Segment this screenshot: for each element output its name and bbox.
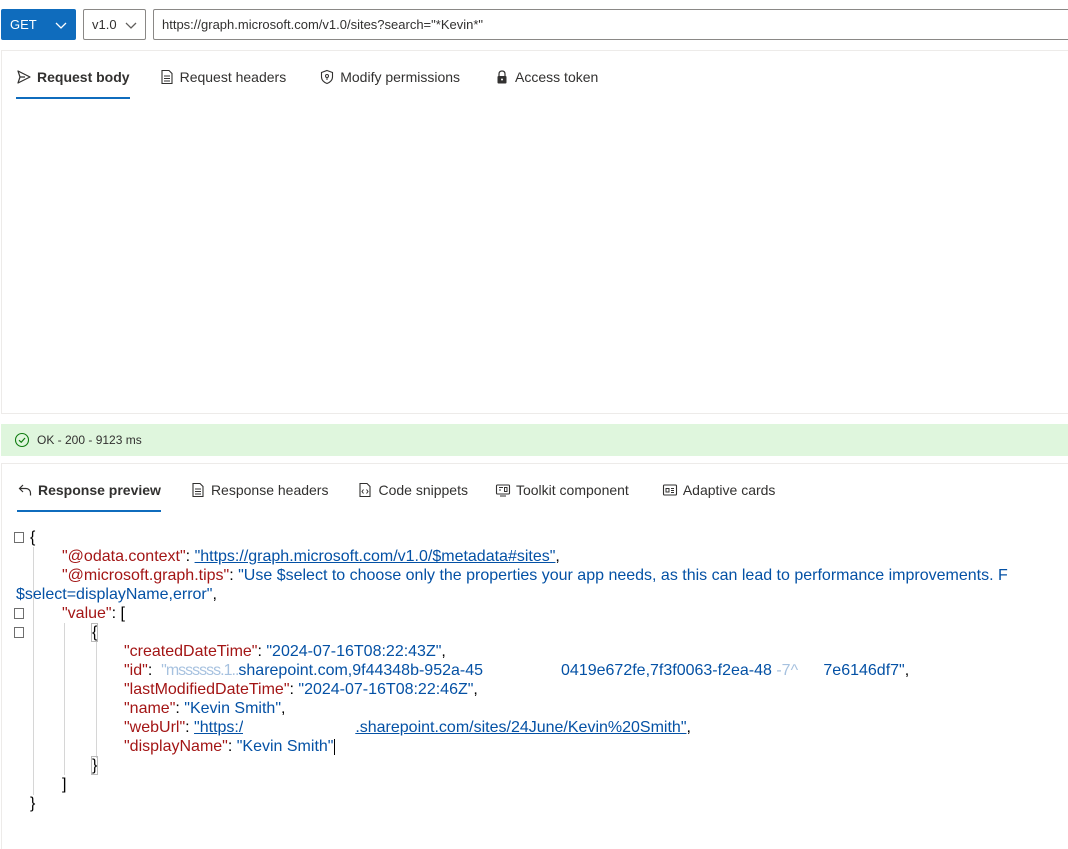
check-circle-icon: [14, 432, 30, 448]
fold-toggle[interactable]: [14, 627, 24, 638]
json-line: "createdDateTime": "2024-07-16T08:22:43Z…: [124, 643, 446, 660]
tab-label: Response headers: [210, 482, 329, 498]
shield-icon: [321, 69, 334, 85]
query-url-input[interactable]: [153, 9, 1068, 40]
json-line: }: [30, 795, 36, 812]
undo-arrow-icon: [18, 484, 32, 496]
json-line: {: [30, 529, 36, 546]
fold-toggle[interactable]: [14, 608, 24, 619]
tab-code-snippets[interactable]: Code snippets: [357, 477, 468, 503]
json-line: }: [90, 756, 99, 775]
tab-label: Response preview: [38, 482, 161, 498]
tab-access-token[interactable]: Access token: [494, 64, 598, 90]
tab-label: Toolkit component: [515, 482, 629, 498]
lock-icon: [497, 70, 507, 84]
chevron-down-icon: [55, 22, 67, 29]
json-line: "displayName": "Kevin Smith": [124, 738, 336, 755]
tab-label: Request headers: [179, 69, 287, 85]
response-tabs: Response preview Response headers Code s…: [17, 477, 776, 512]
version-label: v1.0: [92, 17, 117, 32]
request-panel: [1, 50, 1068, 414]
http-method-dropdown[interactable]: GET: [1, 9, 76, 40]
json-line: "name": "Kevin Smith",: [124, 700, 286, 717]
tab-request-headers[interactable]: Request headers: [159, 64, 287, 90]
request-tabs: Request body Request headers Modify perm…: [16, 64, 598, 99]
code-file-icon: [359, 482, 372, 498]
tab-toolkit-component[interactable]: Toolkit component: [495, 477, 629, 503]
json-line: "lastModifiedDateTime": "2024-07-16T08:2…: [124, 681, 478, 698]
json-line: "webUrl": "https:/ .sharepoint.com/sites…: [124, 718, 691, 737]
indent-guide: [64, 623, 65, 775]
tab-label: Adaptive cards: [682, 482, 776, 498]
indent-guide: [96, 642, 97, 758]
tab-label: Access token: [515, 69, 599, 85]
json-line: $select=displayName,error",: [16, 586, 217, 603]
card-icon: [662, 484, 677, 496]
json-line: "value": [: [62, 605, 125, 622]
tab-request-body[interactable]: Request body: [16, 64, 130, 99]
odata-context-link[interactable]: "https://graph.microsoft.com/v1.0/$metad…: [195, 548, 556, 565]
tab-response-headers[interactable]: Response headers: [190, 477, 329, 503]
status-bar: OK - 200 - 9123 ms: [1, 424, 1068, 456]
text-cursor: [334, 738, 336, 755]
tab-label: Request body: [37, 69, 130, 85]
tab-response-preview[interactable]: Response preview: [17, 477, 161, 512]
fold-toggle[interactable]: [14, 532, 24, 543]
chevron-down-icon: [125, 22, 137, 29]
http-method-label: GET: [10, 17, 37, 32]
json-line: "@microsoft.graph.tips": "Use $select to…: [62, 567, 1008, 584]
document-icon: [192, 482, 204, 498]
status-text: OK - 200 - 9123 ms: [37, 433, 142, 447]
document-icon: [161, 69, 173, 85]
tab-label: Modify permissions: [340, 69, 461, 85]
json-line: {: [90, 623, 99, 642]
json-line: "id": "mssssss.1..sharepoint.com,9f44348…: [124, 662, 910, 679]
send-icon: [17, 70, 31, 84]
version-dropdown[interactable]: v1.0: [83, 9, 146, 40]
tab-adaptive-cards[interactable]: Adaptive cards: [662, 477, 776, 503]
json-line: "@odata.context": "https://graph.microso…: [62, 548, 560, 565]
tab-label: Code snippets: [378, 482, 468, 498]
tab-modify-permissions[interactable]: Modify permissions: [319, 64, 460, 90]
weburl-link[interactable]: "https:/ .sharepoint.com/sites/24June/Ke…: [194, 718, 687, 737]
json-line: ]: [62, 776, 67, 793]
toolkit-icon: [495, 484, 511, 497]
